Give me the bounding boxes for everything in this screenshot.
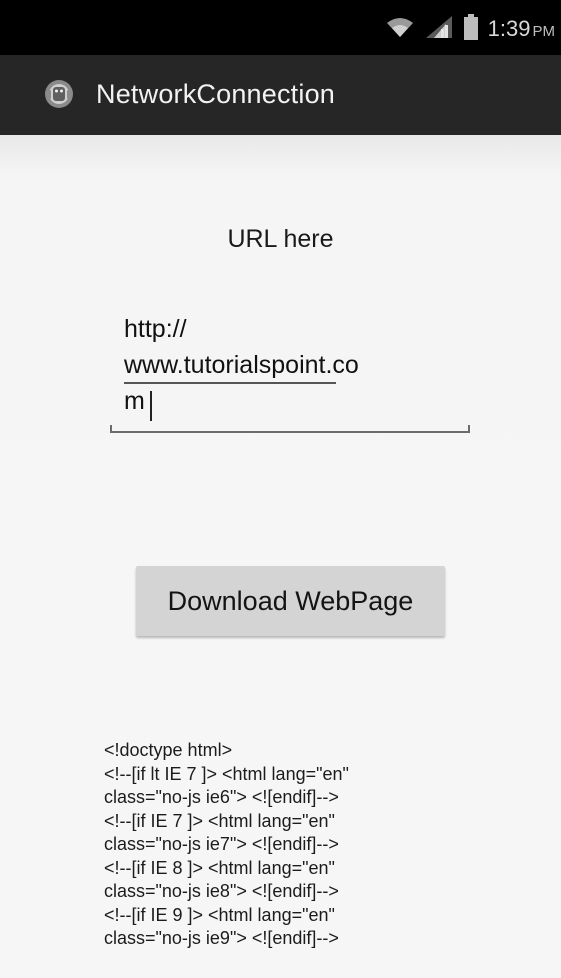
result-line: <!--[if IE 8 ]> <html lang="en" <box>104 857 335 878</box>
app-title: NetworkConnection <box>96 79 336 109</box>
signal-icon <box>424 15 454 44</box>
wifi-icon <box>386 16 414 43</box>
result-line: class="no-js ie9"> <![endif]--> <box>104 928 339 948</box>
result-line: <!--[if lt IE 7 ]> <html lang="en" <box>104 763 349 784</box>
status-ampm: PM <box>532 23 556 40</box>
downloaded-html-text: <!doctype html> <!--[if lt IE 7 ]> <html… <box>104 739 464 951</box>
status-bar: 1:39 PM <box>0 0 561 55</box>
url-input[interactable]: http:// www.tutorialspoint.co m <box>110 307 470 433</box>
android-icon <box>43 78 75 110</box>
result-line: <!--[if IE 7 ]> <html lang="en" <box>104 810 335 831</box>
input-tick-right <box>468 425 470 433</box>
url-input-text[interactable]: http:// www.tutorialspoint.co m <box>124 311 464 419</box>
battery-icon <box>463 13 478 45</box>
result-line: class="no-js ie6"> <![endif]--> <box>104 787 339 807</box>
text-caret <box>150 391 152 421</box>
spellcheck-underline <box>124 382 336 384</box>
status-icons: 1:39 PM <box>386 13 555 45</box>
status-time-group: 1:39 PM <box>488 16 555 42</box>
result-line: class="no-js ie8"> <![endif]--> <box>104 881 339 901</box>
main-content: URL here http:// www.tutorialspoint.co m… <box>0 135 561 978</box>
result-line: <!--[if IE 9 ]> <html lang="en" <box>104 904 335 925</box>
result-line: class="no-js ie7"> <![endif]--> <box>104 834 339 854</box>
download-webpage-button[interactable]: Download WebPage <box>136 566 445 636</box>
result-line: <!doctype html> <box>104 740 233 760</box>
input-underline <box>110 431 470 433</box>
action-bar: NetworkConnection <box>0 55 561 135</box>
url-label: URL here <box>227 225 334 253</box>
status-time: 1:39 <box>487 16 531 41</box>
input-tick-left <box>110 425 112 433</box>
